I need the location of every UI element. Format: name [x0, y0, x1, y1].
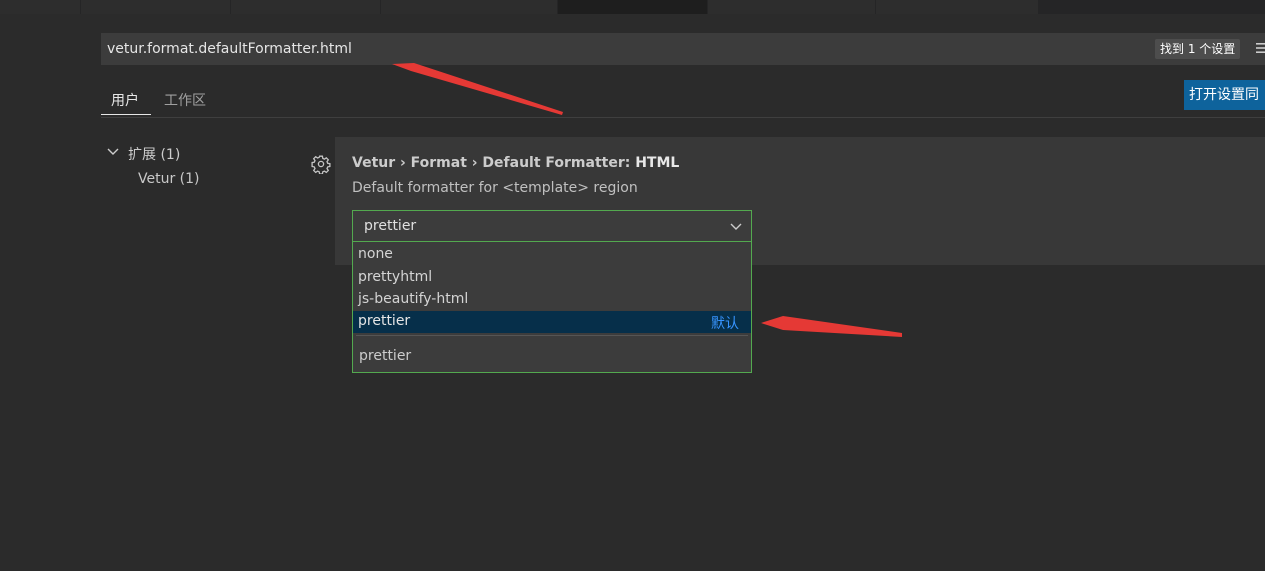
tab-workspace[interactable]: 工作区: [164, 90, 206, 110]
formatter-select[interactable]: prettier: [352, 210, 752, 242]
search-result-count: 找到 1 个设置: [1155, 39, 1241, 59]
editor-tab-bar: [0, 0, 1265, 14]
editor-tab[interactable]: [381, 0, 558, 14]
option-label: prettyhtml: [358, 269, 433, 285]
filter-icon[interactable]: [1254, 40, 1265, 56]
editor-tab[interactable]: [708, 0, 876, 14]
formatter-select-value: prettier: [364, 218, 417, 234]
dropdown-option-prettier[interactable]: prettier 默认: [353, 311, 751, 333]
dropdown-option-prettyhtml[interactable]: prettyhtml: [353, 267, 751, 289]
toc-item-vetur[interactable]: Vetur (1): [138, 171, 200, 187]
option-label: js-beautify-html: [358, 291, 469, 307]
setting-title: Vetur › Format › Default Formatter: HTML: [352, 155, 679, 171]
editor-tab[interactable]: [231, 0, 381, 14]
dropdown-option-none[interactable]: none: [353, 244, 751, 266]
settings-gear-icon[interactable]: [311, 154, 331, 174]
setting-breadcrumb: Vetur › Format › Default Formatter:: [352, 155, 636, 171]
option-label: prettier: [358, 313, 411, 329]
default-tag: 默认: [711, 316, 739, 332]
editor-tab[interactable]: [876, 0, 1039, 14]
scope-divider: [101, 117, 1265, 118]
setting-description: Default formatter for <template> region: [352, 180, 638, 196]
tab-user[interactable]: 用户: [111, 90, 139, 110]
setting-name: HTML: [635, 155, 680, 171]
active-tab-indicator: [101, 114, 151, 115]
chevron-down-icon[interactable]: [729, 220, 743, 234]
open-settings-sync-button[interactable]: 打开设置同: [1184, 80, 1265, 110]
dropdown-separator: [356, 335, 748, 336]
editor-tab-settings[interactable]: [558, 0, 708, 14]
annotation-arrow: [392, 63, 563, 115]
chevron-down-icon[interactable]: [106, 145, 120, 159]
option-label: none: [358, 246, 393, 262]
toc-group-extensions[interactable]: 扩展 (1): [128, 144, 180, 164]
settings-search-input[interactable]: [101, 33, 1265, 65]
editor-tab[interactable]: [0, 0, 81, 14]
dropdown-option-description: prettier: [359, 348, 412, 364]
annotation-arrow: [761, 316, 902, 337]
editor-tab[interactable]: [81, 0, 231, 14]
formatter-dropdown-list: none prettyhtml js-beautify-html prettie…: [352, 242, 752, 373]
dropdown-option-js-beautify-html[interactable]: js-beautify-html: [353, 289, 751, 311]
